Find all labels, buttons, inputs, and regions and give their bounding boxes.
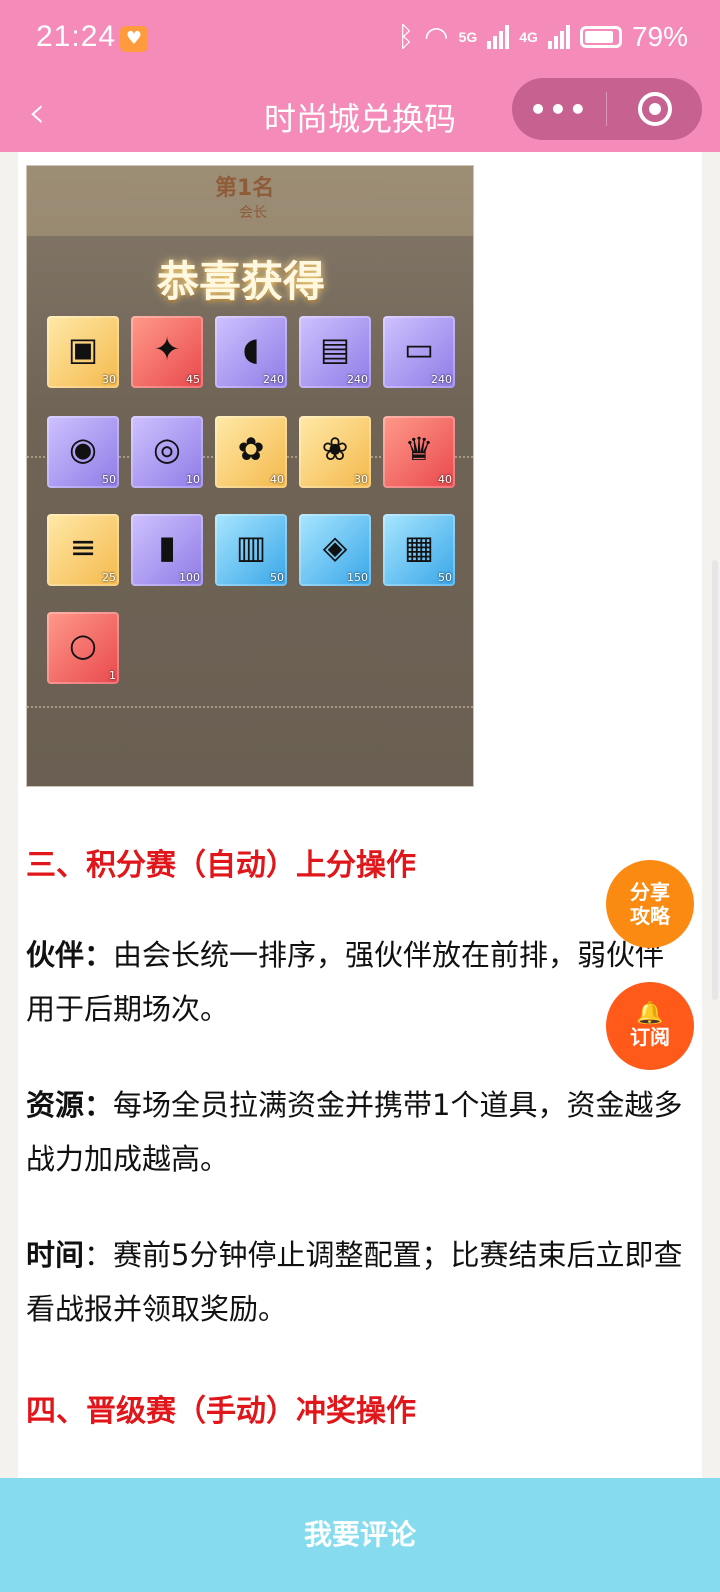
mouse-icon: ◖ 240 [215,316,287,388]
resource-paragraph: 资源：每场全员拉满资金并携带1个道具，资金越多战力加成越高。 [26,1078,686,1186]
reward-glyph: ◈ [322,528,348,566]
partner-label: 伙伴： [26,938,114,972]
signal-4g-label: 4G [519,28,538,45]
reward-glyph: ○ [69,626,97,664]
trophy-icon: ♛ 40 [383,416,455,488]
reward-glyph: ♛ [404,430,434,468]
ribbon-icon: ✿ 40 [215,416,287,488]
bluetooth-icon: ᛒ [397,20,415,52]
subscribe-button[interactable]: 🔔 订阅 [606,982,694,1070]
reward-glyph: ◖ [242,330,260,368]
time-paragraph: 时间：赛前5分钟停止调整配置；比赛结束后立即查看战报并领取奖励。 [26,1228,686,1336]
bell-icon: 🔔 [636,1001,664,1026]
resource-label: 资源： [26,1088,114,1122]
comment-button[interactable]: 我要评论 [0,1478,720,1592]
time-label: 时间 [26,1238,85,1272]
battery-icon [579,25,622,48]
top-nav-bar: ‹ 时尚城兑换码 ••• [0,78,720,152]
notepad-icon: ▥ 50 [215,514,287,586]
ring-frame-icon: ○ 1 [47,612,119,684]
reward-glyph: ▤ [319,330,351,368]
reward-quantity: 30 [354,473,368,486]
status-bar: 21:24 ♥ ᛒ ◠ 5G 4G 79% [0,0,720,78]
more-dots-icon[interactable]: ••• [512,93,606,126]
share-label-2: 攻略 [630,904,670,928]
reward-glyph: ◎ [153,430,181,468]
reward-quantity: 40 [270,473,284,486]
close-button[interactable] [607,92,702,126]
reward-quantity: 10 [186,473,200,486]
signal-bars-icon [487,24,510,49]
reward-quantity: 50 [270,571,284,584]
gift-box-icon: ❀ 30 [299,416,371,488]
reward-glyph: ✿ [237,430,265,468]
rank-subtitle: 会长 [239,205,267,221]
target-circle-icon [637,92,672,126]
scrollbar[interactable] [712,560,718,1000]
ticket-icon: ✦ 45 [131,316,203,388]
divider [27,706,473,708]
reward-quantity: 50 [438,571,452,584]
reward-glyph: ▭ [403,330,435,368]
reward-quantity: 45 [186,373,200,386]
reward-glyph: ▣ [67,330,99,368]
section-heading-4: 四、晋级赛（手动）冲奖操作 [26,1394,416,1429]
reward-quantity: 50 [102,473,116,486]
ticket-blue-icon: ◈ 150 [299,514,371,586]
reward-glyph: ▦ [403,528,435,566]
reward-quantity: 240 [347,373,368,386]
mini-program-capsule: ••• [512,78,702,140]
monitor-icon: ▭ 240 [383,316,455,388]
heart-app-icon: ♥ [120,26,148,52]
resource-text: 每场全员拉满资金并携带1个道具，资金越多战力加成越高。 [26,1088,683,1176]
time-text: ：赛前5分钟停止调整配置；比赛结束后立即查看战报并领取奖励。 [26,1238,683,1326]
reward-screenshot-image: 第1名 会长 恭喜获得 ▣ 30 ✦ 45 ◖ 240 ▤ 240 ▭ 240 ◉ 50 ◎ 10 ✿ 40 ❀… [26,165,474,787]
reward-quantity: 240 [431,373,452,386]
reward-glyph: ▮ [158,528,176,566]
reward-quantity: 240 [263,373,284,386]
keyboard-icon: ▤ 240 [299,316,371,388]
scroll-icon: ≡ 25 [47,514,119,586]
fuel-can-icon: ▮ 100 [131,514,203,586]
reward-glyph: ▥ [235,528,267,566]
status-time: 21:24 [36,20,117,53]
section-heading-3: 三、积分赛（自动）上分操作 [26,848,416,883]
wifi-icon: ◠ [424,21,449,52]
share-label-1: 分享 [630,880,670,904]
rank-title: 第1名 [215,176,275,201]
reward-glyph: ✦ [153,330,181,368]
reward-glyph: ≡ [69,528,97,566]
clipboard-icon: ▦ 50 [383,514,455,586]
reward-quantity: 25 [102,571,116,584]
share-guide-button[interactable]: 分享 攻略 [606,860,694,948]
reward-quantity: 150 [347,571,368,584]
partner-paragraph: 伙伴：由会长统一排序，强伙伴放在前排，弱伙伴用于后期场次。 [26,928,686,1036]
partner-text: 由会长统一排序，强伙伴放在前排，弱伙伴用于后期场次。 [26,938,665,1026]
signal-bars-icon-2 [547,24,570,49]
reward-quantity: 100 [179,571,200,584]
signal-5g-label: 5G [458,28,478,45]
reward-quantity: 1 [109,669,116,682]
reward-quantity: 40 [438,473,452,486]
subscribe-label: 订阅 [630,1025,670,1049]
reward-quantity: 30 [102,373,116,386]
steering-wheel-icon: ◎ 10 [131,416,203,488]
reward-glyph: ❀ [321,430,349,468]
medal-frame-icon: ▣ 30 [47,316,119,388]
battery-percent: 79% [631,20,688,52]
status-indicators: ᛒ ◠ 5G 4G 79% [397,20,688,53]
tire-icon: ◉ 50 [47,416,119,488]
reward-glyph: ◉ [69,430,97,468]
congrats-title: 恭喜获得 [157,257,326,306]
